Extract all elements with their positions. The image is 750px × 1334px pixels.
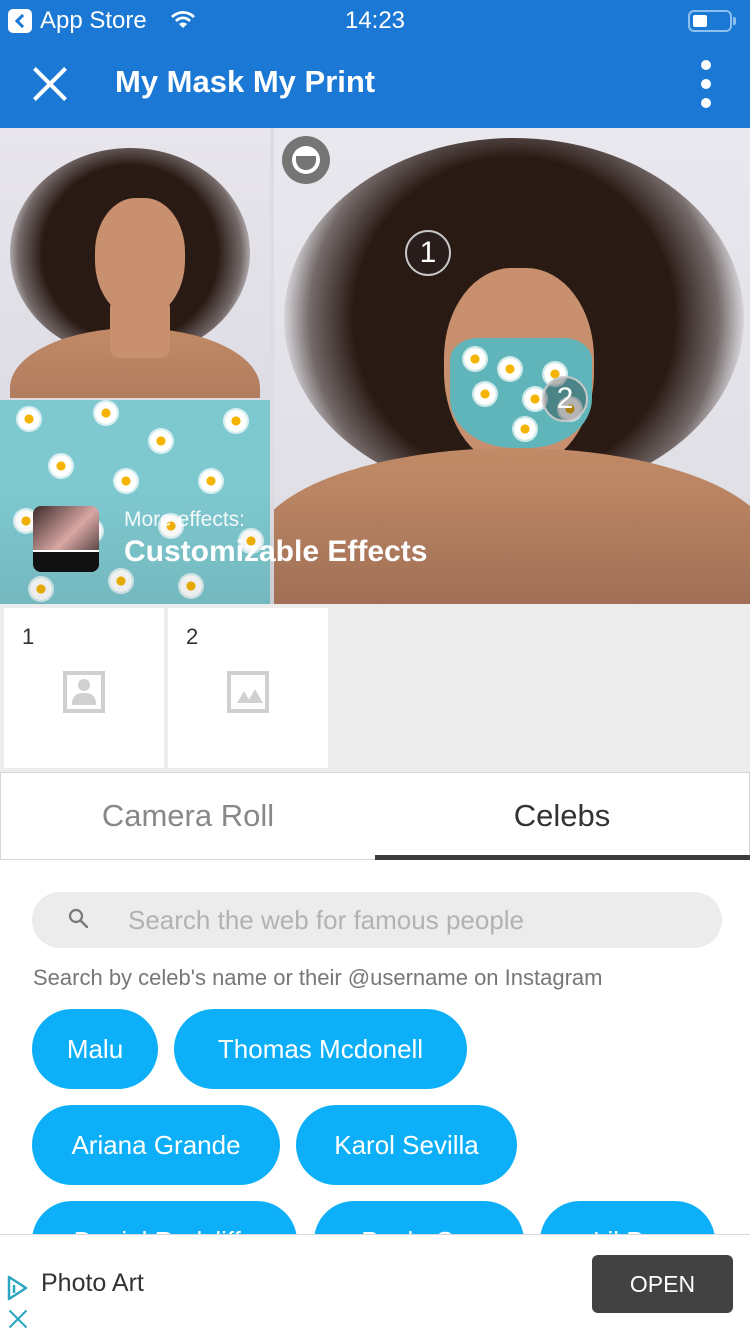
slot-1[interactable]: 1 xyxy=(4,608,164,768)
source-tabs: Camera Roll Celebs xyxy=(0,772,750,860)
search-hint: Search by celeb's name or their @usernam… xyxy=(33,965,603,990)
tab-camera-roll[interactable]: Camera Roll xyxy=(1,773,375,859)
celeb-chip[interactable]: Karol Sevilla xyxy=(296,1105,517,1185)
celeb-search-bar xyxy=(32,892,722,948)
status-bar: App Store 14:23 xyxy=(0,0,750,40)
slot-number: 2 xyxy=(186,624,199,649)
effects-thumbnail[interactable] xyxy=(33,506,99,572)
source-face-photo[interactable] xyxy=(0,128,270,398)
ad-app-name: Photo Art xyxy=(41,1269,144,1297)
customizable-effects-title[interactable]: Customizable Effects xyxy=(124,535,427,569)
page-title: My Mask My Print xyxy=(115,64,376,99)
celeb-chip[interactable]: Thomas Mcdonell xyxy=(174,1009,467,1089)
face-marker-1[interactable]: 1 xyxy=(405,230,451,276)
image-placeholder-icon xyxy=(227,671,269,713)
tab-celebs[interactable]: Celebs xyxy=(375,773,750,860)
close-icon[interactable] xyxy=(30,64,70,104)
adchoices-icon[interactable] xyxy=(6,1275,28,1301)
ad-close-icon[interactable] xyxy=(8,1309,28,1329)
pattern-marker-2[interactable]: 2 xyxy=(542,376,588,422)
celeb-chip[interactable]: Malu xyxy=(32,1009,158,1089)
slot-2[interactable]: 2 xyxy=(168,608,328,768)
more-options-icon[interactable] xyxy=(696,60,716,108)
input-slots: 1 2 xyxy=(0,604,750,772)
slot-number: 1 xyxy=(22,624,35,649)
search-input[interactable] xyxy=(128,892,708,948)
face-detect-icon[interactable] xyxy=(282,136,330,184)
more-effects-label: More effects: xyxy=(124,508,245,531)
person-placeholder-icon xyxy=(63,671,105,713)
clock: 14:23 xyxy=(344,7,406,34)
battery-icon xyxy=(688,10,736,32)
celeb-chip[interactable]: Ariana Grande xyxy=(32,1105,280,1185)
ad-open-button[interactable]: OPEN xyxy=(592,1255,733,1313)
ad-banner[interactable]: Photo Art OPEN xyxy=(0,1234,750,1334)
nav-bar: My Mask My Print xyxy=(0,40,750,128)
search-icon xyxy=(68,908,88,928)
